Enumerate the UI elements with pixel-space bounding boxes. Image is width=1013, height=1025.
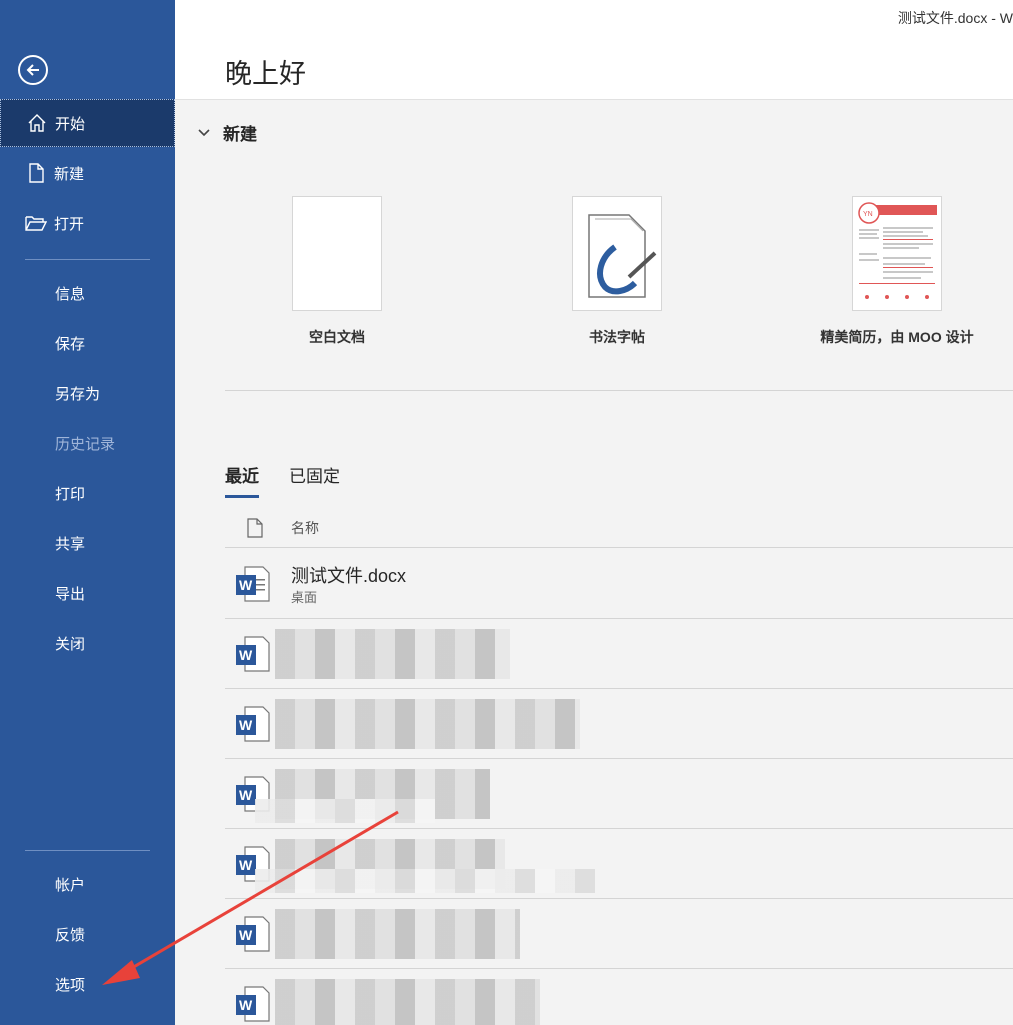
template-label: 书法字帖 [589,329,645,345]
redacted-block [255,869,595,893]
nav-info[interactable]: 信息 [0,269,175,317]
nav-save-as[interactable]: 另存为 [0,369,175,417]
file-list-header: 名称 [225,508,1013,548]
file-row-redacted[interactable]: W [225,689,1013,759]
template-blank[interactable]: 空白文档 [237,196,437,347]
nav-open-label: 打开 [54,215,85,233]
word-document-icon: W [236,986,270,1022]
nav-home[interactable]: 开始 [0,99,175,147]
nav-save[interactable]: 保存 [0,319,175,367]
nav-feedback[interactable]: 反馈 [0,910,175,958]
file-row[interactable]: W 测试文件.docx 桌面 [225,549,1013,619]
svg-text:W: W [239,647,253,663]
redacted-block [275,629,510,679]
nav-share-label: 共享 [55,535,86,553]
word-document-icon: W [236,636,270,672]
nav-close[interactable]: 关闭 [0,619,175,667]
nav-info-label: 信息 [55,285,86,303]
backstage-sidebar: 开始 新建 打开 信息 保存 另存为 历史记录 打印 共享 导出 关闭 帐户 反… [0,0,175,1025]
section-divider [225,390,1013,391]
nav-home-label: 开始 [55,115,86,133]
svg-text:W: W [239,717,253,733]
window-title: 测试文件.docx - W [897,10,1013,26]
nav-save-as-label: 另存为 [55,385,101,403]
file-location: 桌面 [291,590,318,605]
nav-close-label: 关闭 [55,635,86,653]
template-calligraphy[interactable]: 书法字帖 [517,196,717,347]
svg-text:W: W [239,577,253,593]
nav-print[interactable]: 打印 [0,469,175,517]
nav-open[interactable]: 打开 [0,199,175,247]
chevron-down-icon [198,128,210,136]
back-button[interactable] [18,55,48,85]
new-section-title: 新建 [223,125,257,144]
resume-thumbnail: YN [852,196,942,311]
greeting-title: 晚上好 [225,59,306,89]
nav-export-label: 导出 [55,585,86,603]
file-type-icon [245,517,265,538]
calligraphy-thumbnail [572,196,662,311]
nav-options[interactable]: 选项 [0,960,175,1008]
home-icon [25,111,49,135]
blank-document-thumbnail [292,196,382,311]
file-row-redacted[interactable]: W [225,619,1013,689]
word-document-icon: W [236,706,270,742]
file-tabs: 最近 已固定 [225,462,370,498]
file-row-redacted[interactable]: W [225,899,1013,969]
backstage-main: 晚上好 测试文件.docx - W 新建 空白文档 书法字帖 YN 精美简历，由… [175,0,1013,1025]
file-row-redacted[interactable]: W [225,759,1013,829]
word-document-icon: W [236,916,270,952]
nav-new[interactable]: 新建 [0,149,175,197]
word-document-icon: W [236,566,270,602]
greeting-band: 晚上好 [175,0,1013,100]
redacted-block [275,699,580,749]
file-row-redacted[interactable]: W [225,969,1013,1025]
nav-account-label: 帐户 [55,876,86,894]
back-arrow-icon [26,64,39,76]
nav-history: 历史记录 [0,419,175,467]
svg-text:W: W [239,997,253,1013]
svg-text:YN: YN [863,211,873,218]
redacted-block [255,799,435,823]
template-resume[interactable]: YN 精美简历，由 MOO 设计 [797,196,997,347]
sidebar-divider [25,850,150,851]
nav-history-label: 历史记录 [55,435,116,453]
new-section-toggle[interactable]: 新建 [197,120,257,145]
nav-options-label: 选项 [55,976,86,994]
file-name: 测试文件.docx [291,566,407,586]
svg-text:W: W [239,927,253,943]
tab-pinned[interactable]: 已固定 [289,462,340,498]
template-label: 空白文档 [309,329,365,345]
nav-save-label: 保存 [55,335,86,353]
sidebar-divider [25,259,150,260]
tab-recent[interactable]: 最近 [225,462,259,498]
calligraphy-brush-icon [588,214,657,298]
new-document-icon [24,161,48,185]
redacted-block [275,909,520,959]
nav-new-label: 新建 [54,165,85,183]
nav-account[interactable]: 帐户 [0,860,175,908]
redacted-block [275,979,540,1025]
nav-print-label: 打印 [55,485,86,503]
nav-export[interactable]: 导出 [0,569,175,617]
svg-text:W: W [239,857,253,873]
nav-share[interactable]: 共享 [0,519,175,567]
template-label: 精美简历，由 MOO 设计 [820,329,974,345]
nav-feedback-label: 反馈 [55,926,86,944]
column-name-header[interactable]: 名称 [291,518,319,538]
svg-text:W: W [239,787,253,803]
file-row-redacted[interactable]: W [225,829,1013,899]
open-folder-icon [24,211,48,235]
